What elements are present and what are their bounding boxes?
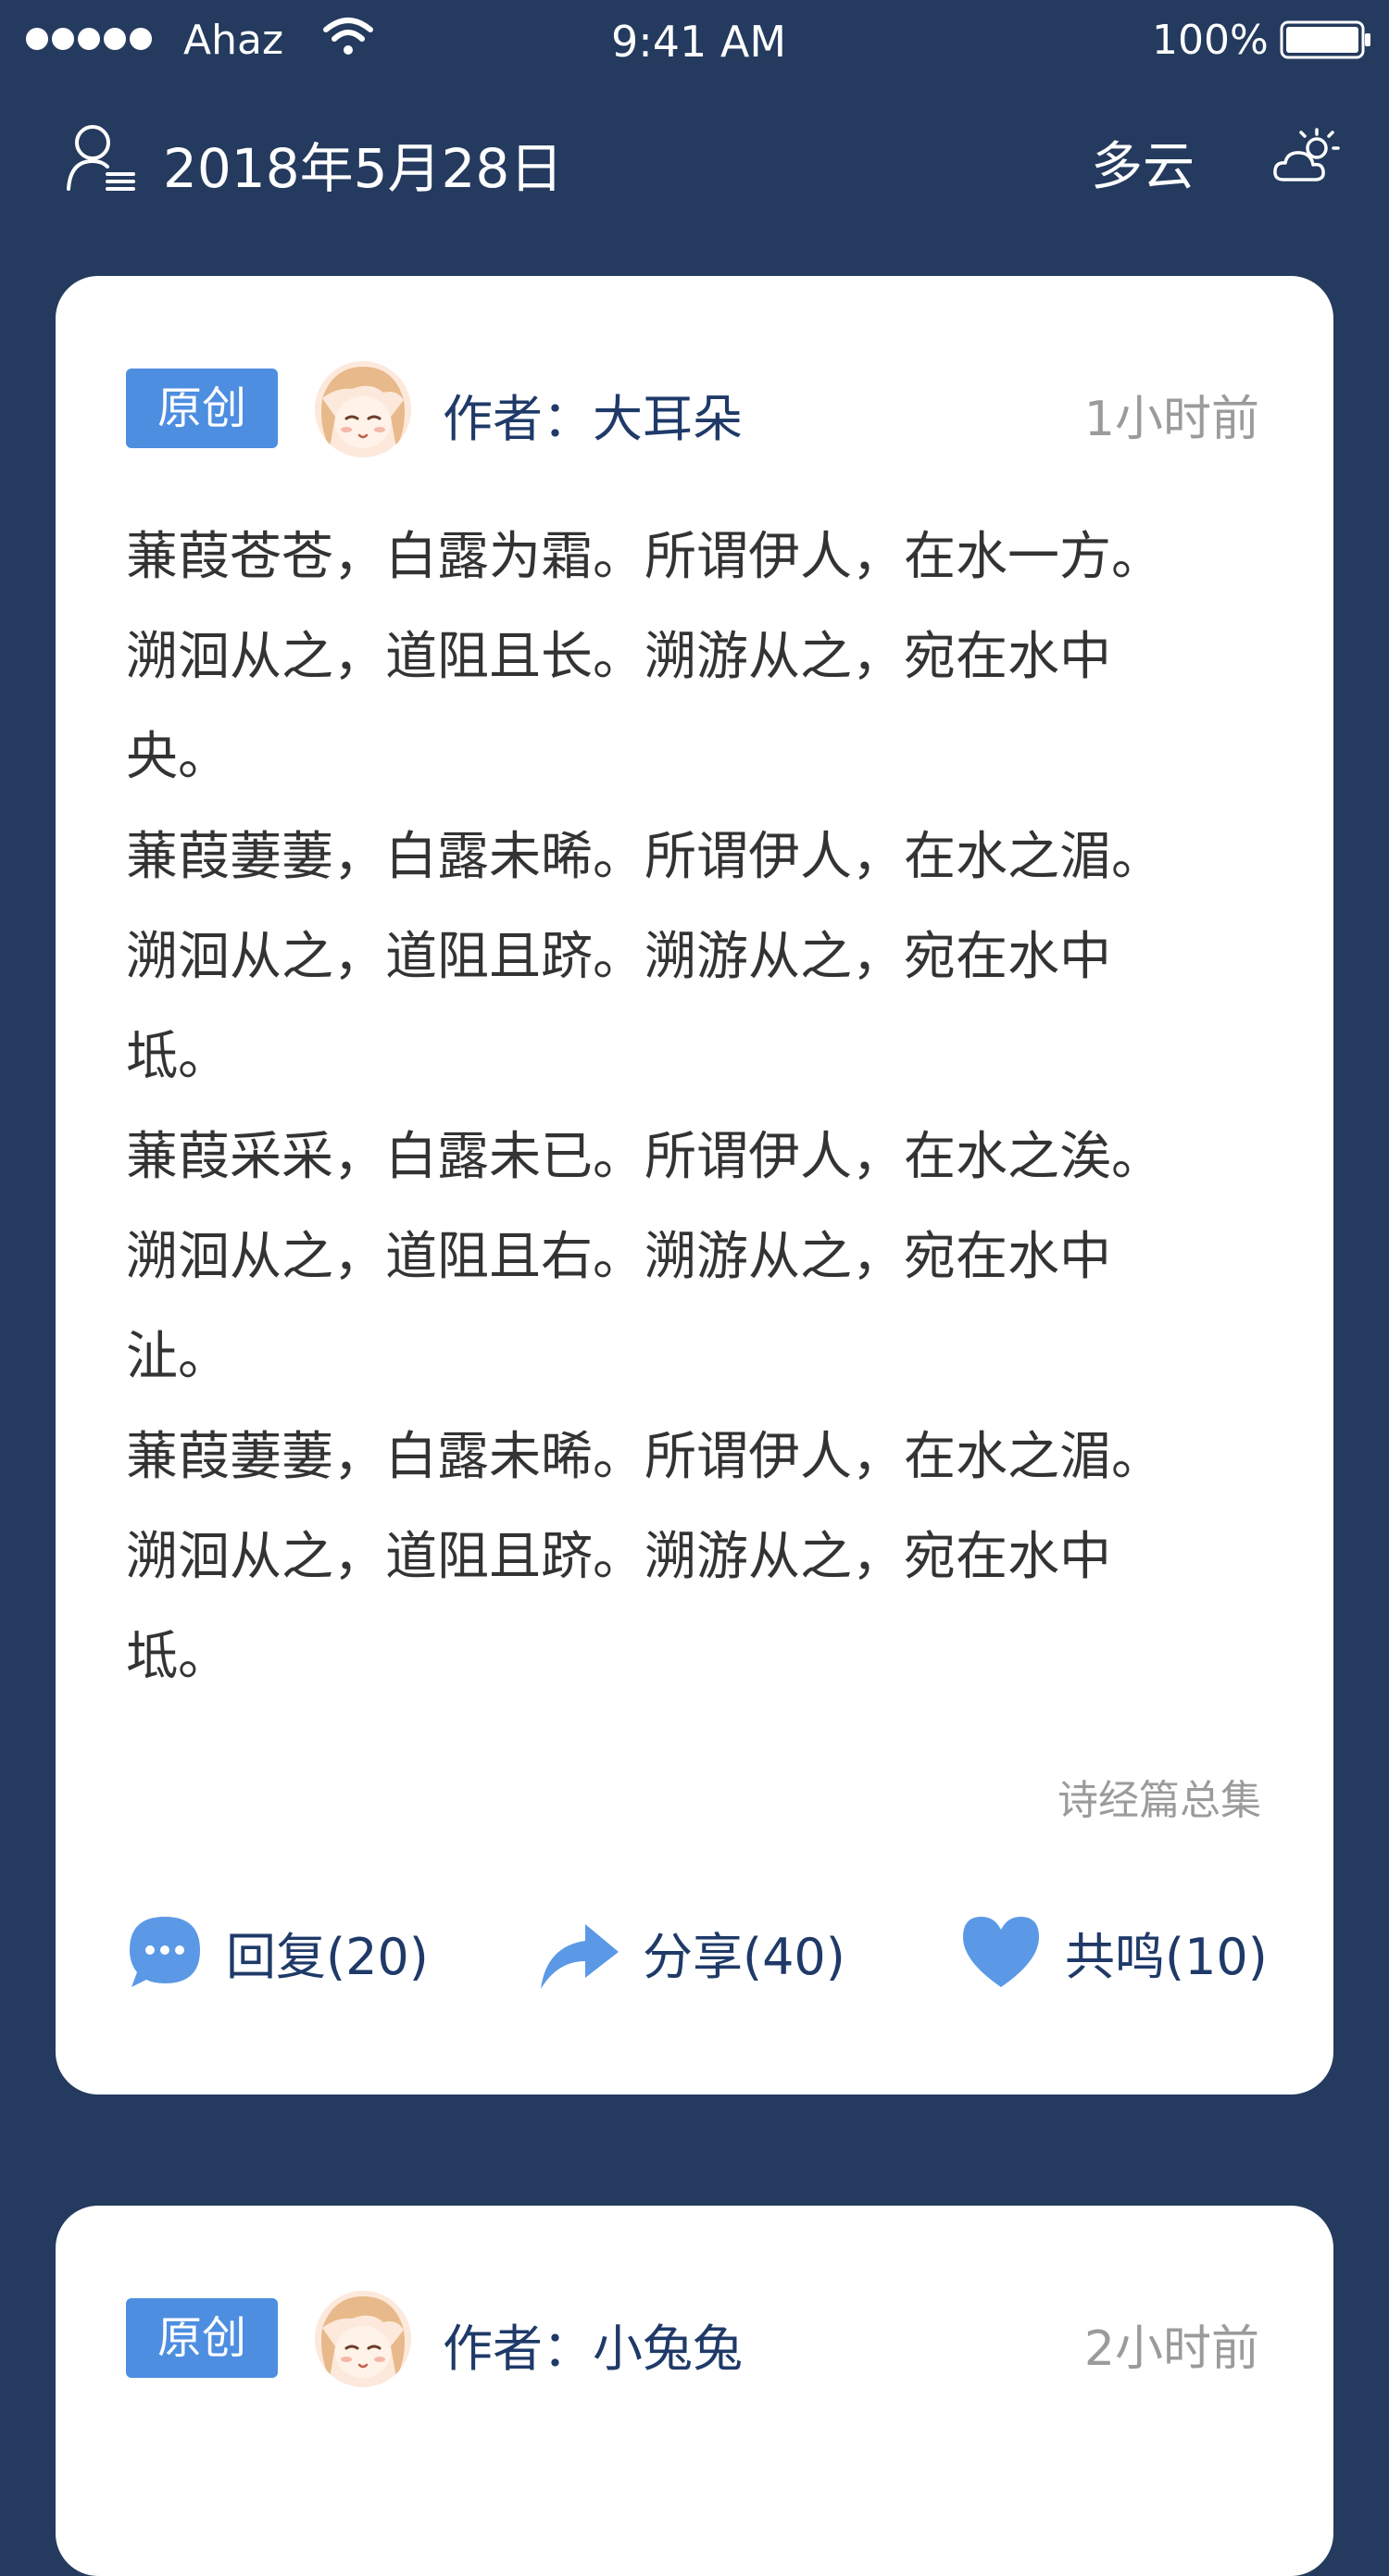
status-bar: Ahaz 9:41 AM 100% — [0, 0, 1389, 83]
user-list-icon[interactable] — [65, 120, 137, 193]
resonate-label: 共鸣(10) — [1065, 1927, 1268, 1986]
poem-line: 坻。 — [126, 1027, 230, 1087]
post-source[interactable]: 诗经篇总集 — [1057, 1767, 1261, 1826]
post-time: 2小时前 — [1083, 2321, 1259, 2377]
weather-label: 多云 — [1091, 137, 1195, 197]
anime-avatar-icon — [315, 2291, 411, 2387]
author-name[interactable]: 作者：小兔兔 — [443, 2307, 743, 2381]
post-content: 蒹葭苍苍，白露为霜。所谓伊人，在水一方。 溯洄从之，道阻且长。溯游从之，宛在水中… — [126, 507, 1265, 1707]
poem-line: 溯洄从之，道阻且右。溯游从之，宛在水中 — [126, 1227, 1111, 1287]
battery-percentage: 100% — [1152, 17, 1269, 64]
top-header: 2018年5月28日 多云 — [0, 111, 1389, 213]
author-name[interactable]: 作者：大耳朵 — [443, 378, 743, 451]
avatar[interactable] — [315, 361, 411, 457]
poem-line: 溯洄从之，道阻且长。溯游从之，宛在水中 — [126, 627, 1111, 687]
heart-icon — [963, 1917, 1039, 1987]
share-arrow-icon — [541, 1924, 619, 1989]
original-badge: 原创 — [126, 369, 278, 448]
poem-line: 溯洄从之，道阻且跻。溯游从之，宛在水中 — [126, 927, 1111, 987]
carrier-name: Ahaz — [183, 17, 284, 64]
post-card[interactable]: 原创 作者：小兔兔 2小时前 — [56, 2206, 1333, 2576]
signal-strength-icon — [26, 28, 156, 54]
share-label: 分享(40) — [643, 1927, 845, 1986]
poem-line: 蒹葭采采，白露未已。所谓伊人，在水之涘。 — [126, 1127, 1163, 1187]
reply-label: 回复(20) — [226, 1927, 429, 1986]
poem-line: 蒹葭萋萋，白露未晞。所谓伊人，在水之湄。 — [126, 1427, 1163, 1487]
partly-cloudy-icon — [1273, 128, 1340, 181]
poem-line: 沚。 — [126, 1327, 230, 1387]
status-clock: 9:41 AM — [611, 17, 787, 67]
comment-bubble-icon — [130, 1917, 200, 1987]
poem-line: 央。 — [126, 727, 230, 787]
wifi-icon — [323, 18, 373, 55]
anime-avatar-icon — [315, 361, 411, 457]
avatar[interactable] — [315, 2291, 411, 2387]
post-actions: 回复(20) 分享(40) 共鸣(10) — [56, 1906, 1333, 1998]
poem-line: 坻。 — [126, 1627, 230, 1687]
post-time: 1小时前 — [1083, 392, 1259, 447]
current-date: 2018年5月28日 — [163, 137, 564, 200]
poem-line: 蒹葭萋萋，白露未晞。所谓伊人，在水之湄。 — [126, 827, 1163, 887]
poem-line: 溯洄从之，道阻且跻。溯游从之，宛在水中 — [126, 1527, 1111, 1587]
resonate-button[interactable]: 共鸣(10) — [959, 1906, 1268, 1998]
post-card[interactable]: 原创 作者：大耳朵 1小时前 蒹葭苍苍，白露为霜。所谓伊人，在水一方。 溯洄从之… — [56, 276, 1333, 2095]
battery-icon — [1280, 20, 1370, 59]
share-button[interactable]: 分享(40) — [537, 1906, 845, 1998]
poem-line: 蒹葭苍苍，白露为霜。所谓伊人，在水一方。 — [126, 527, 1163, 587]
original-badge: 原创 — [126, 2298, 278, 2378]
reply-button[interactable]: 回复(20) — [126, 1906, 429, 1998]
